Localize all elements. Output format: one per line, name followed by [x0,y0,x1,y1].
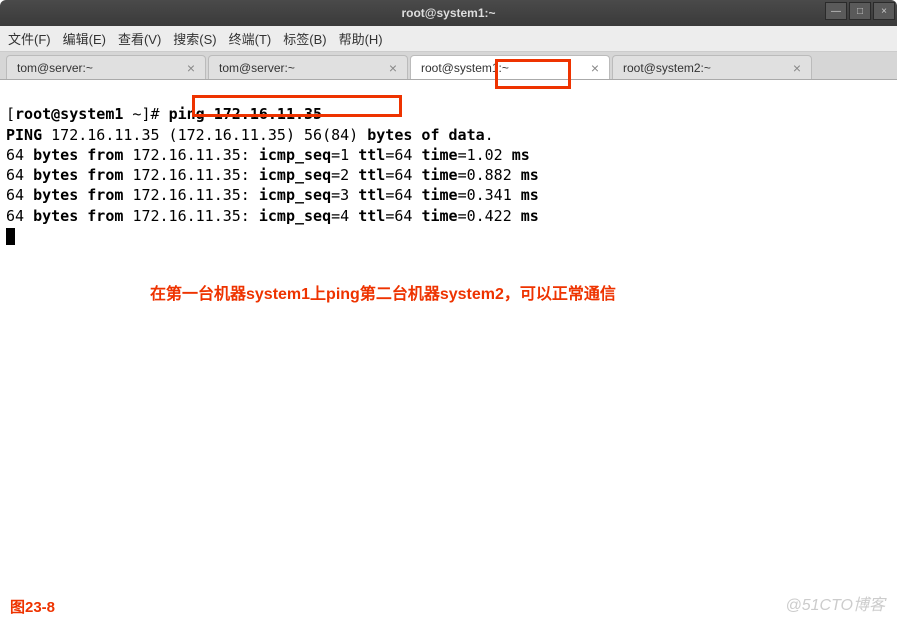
r3e: =3 [331,186,358,204]
tab-label: root@system2:~ [623,61,711,75]
menu-search[interactable]: 搜索(S) [173,29,216,48]
r1d: icmp_seq [259,146,331,164]
r3g: =64 [385,186,421,204]
r1g: =64 [385,146,421,164]
highlight-hostname [495,59,571,89]
figure-label: 图23-8 [10,596,55,617]
ping-header-c: bytes of data [367,126,484,144]
r1c: 172.16.11.35: [132,146,258,164]
menu-terminal[interactable]: 终端(T) [229,29,272,48]
menu-view[interactable]: 查看(V) [118,29,161,48]
r3b: bytes from [33,186,132,204]
tab-2[interactable]: tom@server:~ × [208,55,408,79]
terminal-area[interactable]: [root@system1 ~]# ping 172.16.11.35 PING… [0,80,897,620]
menu-tabs[interactable]: 标签(B) [283,29,326,48]
r3f: ttl [358,186,385,204]
tab-label: tom@server:~ [219,61,295,75]
r4h: time [421,207,457,225]
r4b: bytes from [33,207,132,225]
watermark-text: @51CTO博客 [785,591,885,615]
r2i: =0.882 [458,166,521,184]
r4e: =4 [331,207,358,225]
tab-4[interactable]: root@system2:~ × [612,55,812,79]
close-button[interactable]: × [873,2,895,20]
window-controls: — □ × [825,2,895,20]
menu-help[interactable]: 帮助(H) [339,29,383,48]
tab-close-icon[interactable]: × [187,60,195,76]
r3j: ms [521,186,539,204]
r2c: 172.16.11.35: [132,166,258,184]
r1h: time [421,146,457,164]
window-titlebar: root@system1:~ — □ × [0,0,897,26]
prompt-user: root@system1 [15,105,123,123]
r3a: 64 [6,186,33,204]
r2g: =64 [385,166,421,184]
r4j: ms [521,207,539,225]
highlight-command [192,95,402,117]
r2a: 64 [6,166,33,184]
r3h: time [421,186,457,204]
tab-bar: tom@server:~ × tom@server:~ × root@syste… [0,52,897,80]
r4g: =64 [385,207,421,225]
ping-header-b: 172.16.11.35 (172.16.11.35) 56(84) [51,126,367,144]
r3i: =0.341 [458,186,521,204]
r4c: 172.16.11.35: [132,207,258,225]
terminal-cursor [6,228,15,245]
menu-bar: 文件(F) 编辑(E) 查看(V) 搜索(S) 终端(T) 标签(B) 帮助(H… [0,26,897,52]
r2j: ms [521,166,539,184]
tab-close-icon[interactable]: × [389,60,397,76]
r1a: 64 [6,146,33,164]
r2b: bytes from [33,166,132,184]
r2f: ttl [358,166,385,184]
r2e: =2 [331,166,358,184]
r1j: ms [512,146,530,164]
r4i: =0.422 [458,207,521,225]
menu-file[interactable]: 文件(F) [8,29,51,48]
r2d: icmp_seq [259,166,331,184]
maximize-button[interactable]: □ [849,2,871,20]
prompt-path: ~]# [123,105,159,123]
window-title: root@system1:~ [0,6,897,20]
annotation-text: 在第一台机器system1上ping第二台机器system2，可以正常通信 [150,280,616,304]
r4a: 64 [6,207,33,225]
r1e: =1 [331,146,358,164]
tab-close-icon[interactable]: × [591,60,599,76]
r3c: 172.16.11.35: [132,186,258,204]
ping-header-a: PING [6,126,51,144]
r1f: ttl [358,146,385,164]
tab-close-icon[interactable]: × [793,60,801,76]
minimize-button[interactable]: — [825,2,847,20]
r4d: icmp_seq [259,207,331,225]
r1b: bytes from [33,146,132,164]
r3d: icmp_seq [259,186,331,204]
r4f: ttl [358,207,385,225]
prompt-open: [ [6,105,15,123]
r2h: time [421,166,457,184]
tab-label: tom@server:~ [17,61,93,75]
tab-1[interactable]: tom@server:~ × [6,55,206,79]
menu-edit[interactable]: 编辑(E) [63,29,106,48]
r1i: =1.02 [458,146,512,164]
ping-header-d: . [485,126,494,144]
